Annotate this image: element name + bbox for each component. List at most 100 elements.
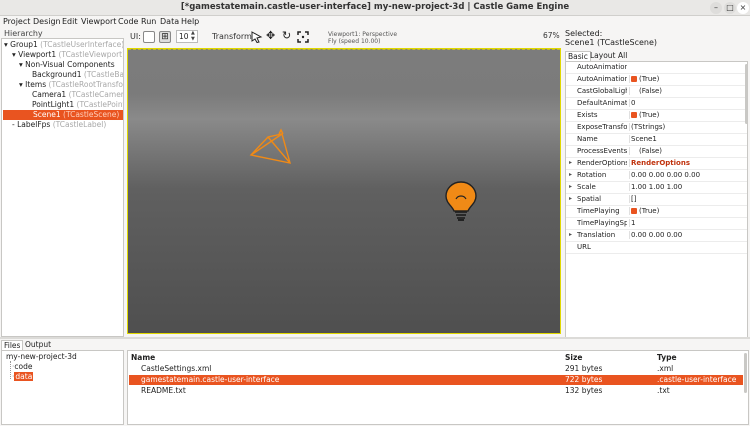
ui-select-mode-button[interactable] [143,31,155,43]
expand-arrow-icon[interactable]: ▸ [569,183,572,190]
tree-item-group1[interactable]: ▾ Group1 (TCastleUserInterface) [4,40,123,50]
file-row[interactable]: CastleSettings.xml 291 bytes .xml [129,364,743,374]
maximize-button[interactable]: □ [724,2,736,14]
selected-value: Scene1 (TCastleScene) [565,38,658,47]
property-row[interactable]: CastGlobalLights (False) [566,86,747,98]
tab-layout[interactable]: Layout [588,51,618,61]
property-value[interactable]: 1.00 1.00 1.00 [629,183,682,191]
menu-bar: Project Design Edit Viewport Code Run Da… [0,16,750,28]
column-name[interactable]: Name [131,353,155,362]
property-row[interactable]: ▸ Rotation 0.00 0.00 0.00 0.00 [566,170,747,182]
file-type: .txt [657,386,670,395]
menu-run[interactable]: Run [141,17,156,26]
property-grid[interactable]: AutoAnimation AutoAnimationLoop (True) Cast… [565,61,748,338]
checkbox-unchecked-icon[interactable] [631,87,637,93]
menu-data[interactable]: Data [160,17,179,26]
property-row[interactable]: Exists (True) [566,110,747,122]
tree-item-pointlight1[interactable]: PointLight1 (TCastlePointL [32,100,123,110]
column-type[interactable]: Type [657,353,677,362]
minimize-button[interactable]: – [710,2,722,14]
property-name: DefaultAnimationTransition [577,99,627,107]
ui-interact-mode-button[interactable]: ⊞ [159,31,171,43]
tab-all[interactable]: All [616,51,629,61]
tree-item-background1[interactable]: Background1 (TCastleBackgr [32,70,123,80]
tab-files[interactable]: Files [1,340,24,350]
expand-arrow-icon[interactable]: ▸ [569,195,572,202]
property-value[interactable]: 1 [629,219,635,227]
spinner-arrows-icon[interactable]: ▲ ▼ [191,30,195,42]
tree-item-non-visual[interactable]: ▾ Non-Visual Components [19,60,115,70]
expand-arrow-icon[interactable]: ▸ [569,171,572,178]
property-row[interactable]: AutoAnimationLoop (True) [566,74,747,86]
property-row[interactable]: AutoAnimation [566,62,747,74]
menu-project[interactable]: Project [3,17,30,26]
horizontal-splitter[interactable] [0,337,750,339]
files-list[interactable]: Name Size Type CastleSettings.xml 291 by… [127,350,749,425]
property-value-text: (TStrings) [631,123,666,131]
property-row[interactable]: TimePlayingSpeed 1 [566,218,747,230]
tree-item-items[interactable]: ▾ Items (TCastleRootTransform) [19,80,123,90]
property-value[interactable]: (False) [629,147,662,155]
ui-label: UI: [130,32,141,41]
files-tree[interactable]: my-new-project-3d ·code ·data [1,350,124,425]
menu-help[interactable]: Help [181,17,199,26]
file-row-selected[interactable]: gamestatemain.castle-user-interface 722 … [129,375,743,385]
folder-project[interactable]: my-new-project-3d [6,352,77,362]
column-size[interactable]: Size [565,353,582,362]
property-row[interactable]: TimePlaying (True) [566,206,747,218]
menu-design[interactable]: Design [33,17,61,26]
file-row[interactable]: README.txt 132 bytes .txt [129,386,743,396]
folder-code[interactable]: ·code [12,362,32,372]
property-row[interactable]: ProcessEvents (False) [566,146,747,158]
property-value[interactable]: 0.00 0.00 0.00 [629,231,682,239]
property-row[interactable]: ▸ RenderOptions RenderOptions [566,158,747,170]
property-row[interactable]: DefaultAnimationTransition 0 [566,98,747,110]
property-value[interactable]: RenderOptions [629,159,690,167]
property-value[interactable]: (True) [629,75,659,83]
menu-viewport[interactable]: Viewport [81,17,116,26]
checkbox-checked-icon[interactable] [631,76,637,82]
rotate-icon[interactable]: ↻ [282,30,291,42]
property-row[interactable]: ▸ Scale 1.00 1.00 1.00 [566,182,747,194]
inspector-scrollbar[interactable] [745,64,747,124]
property-row[interactable]: URL [566,242,747,254]
files-scrollbar[interactable] [744,353,747,393]
property-value[interactable]: (False) [629,87,662,95]
menu-code[interactable]: Code [118,17,138,26]
property-row[interactable]: ▸ Translation 0.00 0.00 0.00 [566,230,747,242]
tab-basic[interactable]: Basic [565,51,591,61]
property-value[interactable]: (TStrings) [629,123,665,131]
property-value[interactable]: (True) [629,111,659,119]
close-button[interactable]: × [737,2,749,14]
property-value[interactable]: 0 [629,99,635,107]
property-value-text: 1 [631,219,636,227]
tree-item-viewport1[interactable]: ▾ Viewport1 (TCastleViewport) [12,50,123,60]
file-size: 132 bytes [565,386,603,395]
property-value[interactable]: [] [629,195,636,203]
tab-output[interactable]: Output [23,340,53,350]
menu-edit[interactable]: Edit [62,17,78,26]
property-value[interactable]: (True) [629,207,659,215]
property-row[interactable]: Name Scene1 [566,134,747,146]
scale-icon[interactable] [297,31,309,46]
tree-item-labelfps[interactable]: - LabelFps (TCastleLabel) [12,120,106,130]
tree-item-label: Background1 [32,70,82,79]
translate-icon[interactable]: ✥ [266,30,275,42]
tree-item-scene1[interactable]: Scene1 (TCastleScene) [3,110,123,120]
property-value[interactable]: 0.00 0.00 0.00 0.00 [629,171,700,179]
checkbox-checked-icon[interactable] [631,112,637,118]
expand-arrow-icon[interactable]: ▸ [569,231,572,238]
property-value[interactable]: Scene1 [629,135,657,143]
select-cursor-icon[interactable] [251,31,263,46]
expand-arrow-icon[interactable]: ▸ [569,159,572,166]
property-row[interactable]: ▸ Spatial [] [566,194,747,206]
light-bulb-icon[interactable] [444,180,478,224]
property-row[interactable]: ExposeTransforms (TStrings) [566,122,747,134]
checkbox-checked-icon[interactable] [631,208,637,214]
checkbox-unchecked-icon[interactable] [631,147,637,153]
3d-viewport[interactable] [127,48,561,334]
folder-data[interactable]: ·data [12,372,34,382]
camera-gizmo-icon[interactable] [248,125,308,169]
hierarchy-tree[interactable]: ▾ Group1 (TCastleUserInterface) ▾ Viewpo… [1,38,124,337]
tree-item-camera1[interactable]: Camera1 (TCastleCamera) [32,90,123,100]
